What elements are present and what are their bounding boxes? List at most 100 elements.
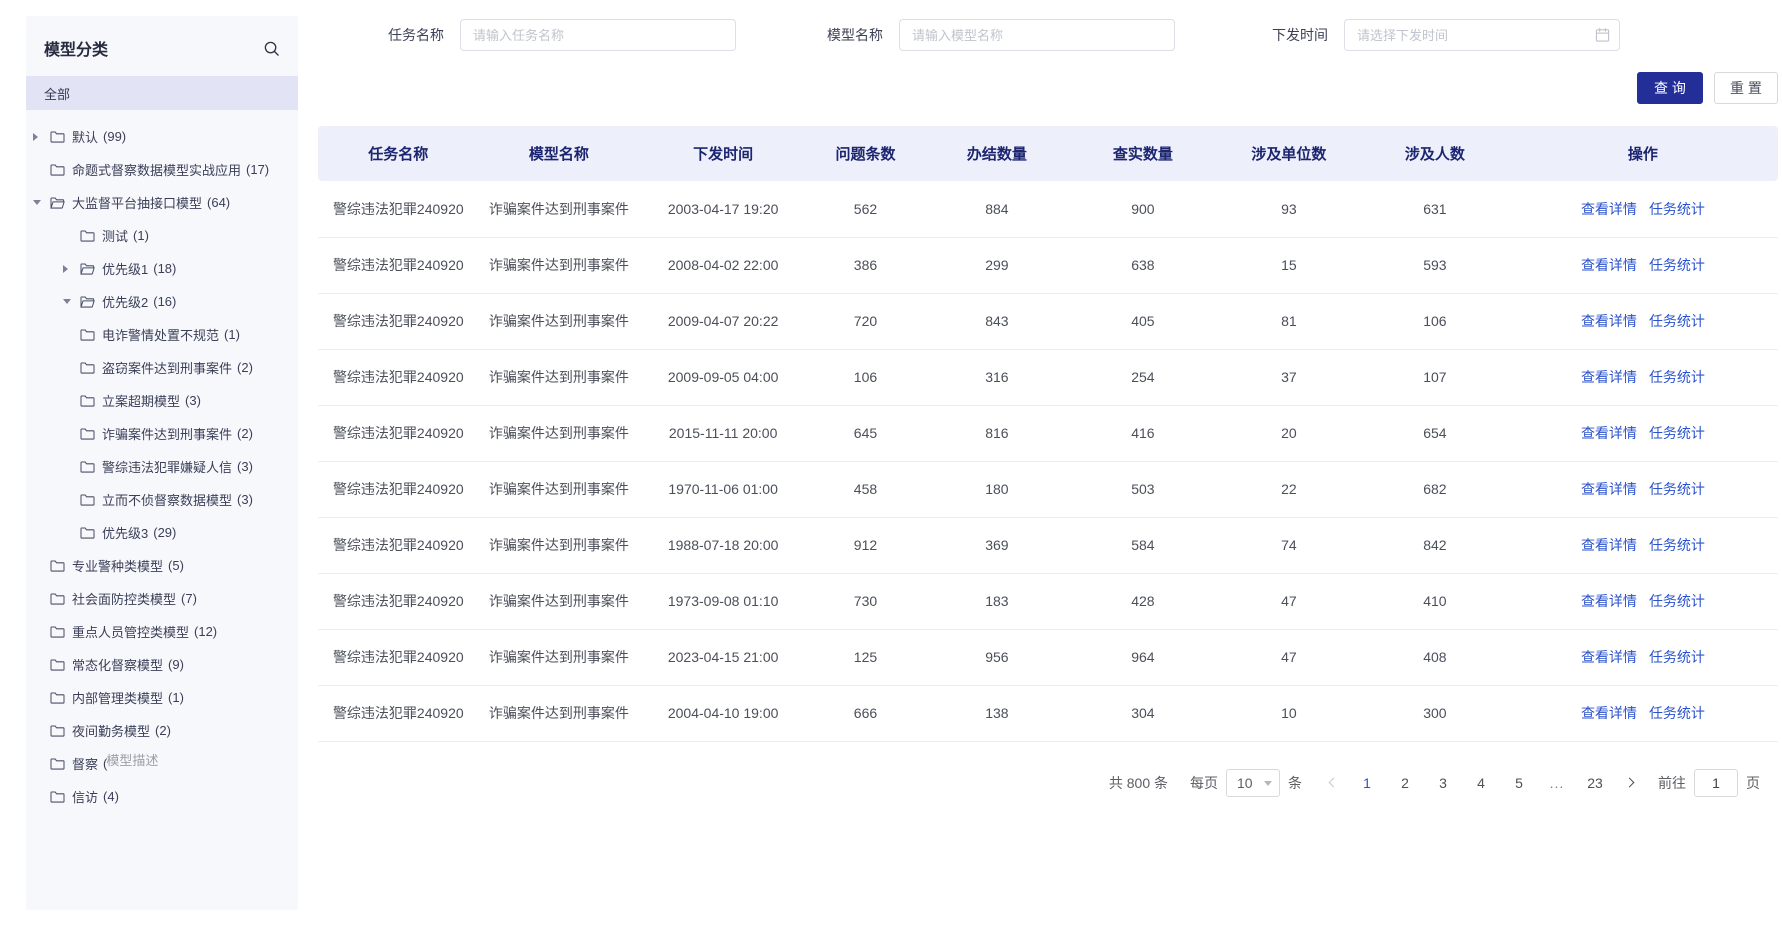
task-stats-link[interactable]: 任务统计 xyxy=(1649,201,1705,217)
tree-item-count: (2) xyxy=(237,426,253,441)
page-5-button[interactable]: 5 xyxy=(1504,775,1534,791)
query-button[interactable]: 查 询 xyxy=(1637,72,1703,104)
tree-item-1[interactable]: 命题式督察数据模型实战应用(17) xyxy=(26,153,298,186)
caret-right-icon[interactable] xyxy=(63,265,80,273)
tree-item-16[interactable]: 常态化督察模型(9) xyxy=(26,648,298,681)
tree-item-12[interactable]: 优先级3(29) xyxy=(26,516,298,549)
page-23-button[interactable]: 23 xyxy=(1580,775,1610,791)
page-3-button[interactable]: 3 xyxy=(1428,775,1458,791)
tree-item-label: 大监督平台抽接口模型 xyxy=(72,193,202,212)
cell-actions: 查看详情任务统计 xyxy=(1508,629,1778,685)
tree-item-6[interactable]: 电诈警情处置不规范(1) xyxy=(26,318,298,351)
table-row: 警综违法犯罪240920诈骗案件达到刑事案件2023-04-15 21:0012… xyxy=(318,629,1778,685)
folder-icon xyxy=(80,427,95,440)
tree-item-9[interactable]: 诈骗案件达到刑事案件(2) xyxy=(26,417,298,450)
cell-issue-time: 2015-11-11 20:00 xyxy=(639,405,807,461)
view-details-link[interactable]: 查看详情 xyxy=(1581,425,1637,441)
calendar-icon[interactable] xyxy=(1595,28,1610,43)
tree-item-15[interactable]: 重点人员管控类模型(12) xyxy=(26,615,298,648)
view-details-link[interactable]: 查看详情 xyxy=(1581,313,1637,329)
view-details-link[interactable]: 查看详情 xyxy=(1581,649,1637,665)
cell-issue-time: 2009-04-07 20:22 xyxy=(639,293,807,349)
task-stats-link[interactable]: 任务统计 xyxy=(1649,481,1705,497)
cell-verified-count: 416 xyxy=(1070,405,1216,461)
page-1-button[interactable]: 1 xyxy=(1352,775,1382,791)
tree-item-8[interactable]: 立案超期模型(3) xyxy=(26,384,298,417)
tree-item-11[interactable]: 立而不侦督察数据模型(3) xyxy=(26,483,298,516)
task-stats-link[interactable]: 任务统计 xyxy=(1649,593,1705,609)
view-details-link[interactable]: 查看详情 xyxy=(1581,705,1637,721)
task-stats-link[interactable]: 任务统计 xyxy=(1649,705,1705,721)
cell-issue-count: 730 xyxy=(807,573,924,629)
cell-unit-count: 15 xyxy=(1216,237,1362,293)
tree-item-count: (5) xyxy=(168,558,184,573)
column-header-8: 操作 xyxy=(1508,126,1778,181)
cell-people-count: 682 xyxy=(1362,461,1508,517)
cell-done-count: 183 xyxy=(924,573,1070,629)
issue-time-input[interactable] xyxy=(1344,19,1620,51)
tree-item-5[interactable]: 优先级2(16) xyxy=(26,285,298,318)
tree-item-count: (3) xyxy=(237,459,253,474)
tree-item-count: (29) xyxy=(153,525,176,540)
search-icon[interactable] xyxy=(263,40,280,57)
next-page-button[interactable] xyxy=(1614,779,1644,786)
view-details-link[interactable]: 查看详情 xyxy=(1581,537,1637,553)
table-row: 警综违法犯罪240920诈骗案件达到刑事案件2009-04-07 20:2272… xyxy=(318,293,1778,349)
cell-task-name: 警综违法犯罪240920 xyxy=(318,181,479,237)
folder-icon xyxy=(50,658,65,671)
tree-item-14[interactable]: 社会面防控类模型(7) xyxy=(26,582,298,615)
chevron-down-icon xyxy=(1264,781,1272,786)
tree-item-20[interactable]: 信访(4) xyxy=(26,780,298,813)
cell-task-name: 警综违法犯罪240920 xyxy=(318,293,479,349)
folder-icon xyxy=(80,328,95,341)
task-stats-link[interactable]: 任务统计 xyxy=(1649,313,1705,329)
tree-item-0[interactable]: 默认(99) xyxy=(26,120,298,153)
task-name-input[interactable] xyxy=(460,19,736,51)
page-2-button[interactable]: 2 xyxy=(1390,775,1420,791)
page-4-button[interactable]: 4 xyxy=(1466,775,1496,791)
cell-people-count: 842 xyxy=(1362,517,1508,573)
prev-page-button[interactable] xyxy=(1318,779,1348,786)
tree-item-label: 内部管理类模型 xyxy=(72,688,163,707)
tree-item-label: 社会面防控类模型 xyxy=(72,589,176,608)
tree-item-3[interactable]: 测试(1) xyxy=(26,219,298,252)
cell-people-count: 408 xyxy=(1362,629,1508,685)
caret-down-icon[interactable] xyxy=(33,200,50,205)
tree-item-19[interactable]: 督察(模型描述 xyxy=(26,747,298,780)
tree-item-all[interactable]: 全部 xyxy=(26,76,298,110)
view-details-link[interactable]: 查看详情 xyxy=(1581,201,1637,217)
column-header-1: 模型名称 xyxy=(479,126,640,181)
task-stats-link[interactable]: 任务统计 xyxy=(1649,425,1705,441)
reset-button[interactable]: 重 置 xyxy=(1714,72,1778,104)
cell-issue-count: 645 xyxy=(807,405,924,461)
table-row: 警综违法犯罪240920诈骗案件达到刑事案件2009-09-05 04:0010… xyxy=(318,349,1778,405)
view-details-link[interactable]: 查看详情 xyxy=(1581,481,1637,497)
goto-prefix: 前往 xyxy=(1658,773,1686,793)
task-stats-link[interactable]: 任务统计 xyxy=(1649,369,1705,385)
tree-item-18[interactable]: 夜间勤务模型(2) xyxy=(26,714,298,747)
folder-icon xyxy=(50,757,65,770)
view-details-link[interactable]: 查看详情 xyxy=(1581,593,1637,609)
tree-item-label: 命题式督察数据模型实战应用 xyxy=(72,160,241,179)
cell-verified-count: 638 xyxy=(1070,237,1216,293)
page-size-select[interactable]: 10 xyxy=(1226,769,1280,797)
goto-page-input[interactable] xyxy=(1694,769,1738,797)
task-stats-link[interactable]: 任务统计 xyxy=(1649,537,1705,553)
tree-item-13[interactable]: 专业警种类模型(5) xyxy=(26,549,298,582)
view-details-link[interactable]: 查看详情 xyxy=(1581,257,1637,273)
cell-people-count: 593 xyxy=(1362,237,1508,293)
view-details-link[interactable]: 查看详情 xyxy=(1581,369,1637,385)
caret-down-icon[interactable] xyxy=(63,299,80,304)
tree-item-4[interactable]: 优先级1(18) xyxy=(26,252,298,285)
task-stats-link[interactable]: 任务统计 xyxy=(1649,649,1705,665)
model-name-input[interactable] xyxy=(899,19,1175,51)
task-stats-link[interactable]: 任务统计 xyxy=(1649,257,1705,273)
caret-right-icon[interactable] xyxy=(33,133,50,141)
tree-item-2[interactable]: 大监督平台抽接口模型(64) xyxy=(26,186,298,219)
folder-icon xyxy=(50,592,65,605)
more-pages-button[interactable]: ... xyxy=(1542,775,1572,791)
tree-item-7[interactable]: 盗窃案件达到刑事案件(2) xyxy=(26,351,298,384)
tree-item-count: (99) xyxy=(103,129,126,144)
tree-item-10[interactable]: 警综违法犯罪嫌疑人信(3) xyxy=(26,450,298,483)
tree-item-17[interactable]: 内部管理类模型(1) xyxy=(26,681,298,714)
